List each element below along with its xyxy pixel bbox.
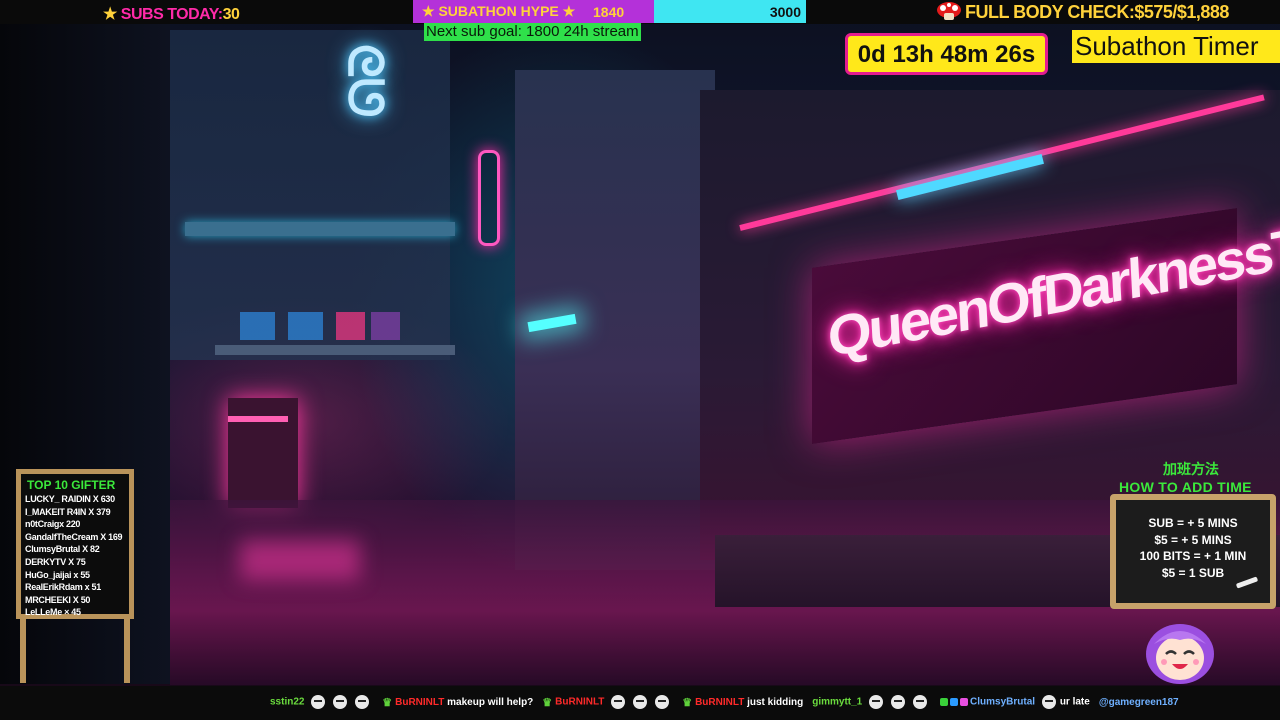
star-icon: ★ <box>422 3 435 19</box>
add-time-rules-board: SUB = + 5 MINS $5 = + 5 MINS 100 BITS = … <box>1110 494 1276 609</box>
star-icon: ★ <box>103 6 117 23</box>
easel-legs <box>20 617 130 683</box>
subathon-timer-title: Subathon Timer <box>1072 30 1280 63</box>
chat-username: sstin22 <box>270 696 308 708</box>
gifter-entry: DERKYTV X 75 <box>25 556 86 567</box>
chat-emote-icon <box>869 695 884 709</box>
pink-neon-ring <box>478 150 500 246</box>
gifter-entry: LUCKY_ RAIDIN X 630 <box>25 494 115 504</box>
chat-emote-icon <box>1041 695 1056 709</box>
lit-windows <box>240 312 400 340</box>
chat-emote-icon <box>633 695 648 709</box>
subathon-countdown: 0d 13h 48m 26s <box>845 33 1048 75</box>
chat-emote-icon <box>913 695 928 709</box>
chat-username: BuRNINLT <box>695 696 748 708</box>
rule-item: $5 = + 5 MINS <box>1154 532 1232 547</box>
chat-emote-icon <box>655 695 670 709</box>
chat-message: sstin22 <box>270 695 373 709</box>
chat-emote-icon <box>311 695 326 709</box>
chat-message: ClumsyBrutal ur late <box>940 695 1090 709</box>
chat-badge-icon <box>940 698 949 706</box>
full-body-check: FULL BODY CHECK:$575/$1,888 <box>936 2 1229 23</box>
alley-door <box>228 398 298 508</box>
chat-emote-icon <box>355 695 370 709</box>
easel-leg <box>20 617 26 683</box>
elevated-walkway <box>185 222 455 236</box>
background-building <box>170 30 450 360</box>
chat-text: makeup will help? <box>447 696 534 708</box>
mushroom-icon <box>937 2 961 20</box>
chat-emote-icon <box>611 695 626 709</box>
alley-background: ᘓᘎ QueenOfDarknessTV <box>0 0 1280 720</box>
gifter-entry: GandalfTheCream X 169 <box>25 531 123 542</box>
chat-text: ur late <box>1059 696 1090 708</box>
chat-username: ClumsyBrutal <box>970 696 1038 708</box>
chat-username: gimmytt_1 <box>812 696 866 708</box>
subs-today: ★ SUBS TODAY:30 <box>103 4 240 24</box>
hype-current-value: 1840 <box>593 4 625 20</box>
crown-badge-icon: ♛ <box>542 696 553 709</box>
next-sub-goal: Next sub goal: 1800 24h stream <box>424 23 641 41</box>
chat-emote-icon <box>333 695 348 709</box>
full-body-check-text: FULL BODY CHECK:$575/$1,888 <box>965 2 1229 22</box>
top-overlay-bar: ★ SUBS TODAY:30 ★ SUBATHON HYPE ★ 1840 3… <box>0 0 1280 24</box>
how-to-add-time-title: HOW TO ADD TIME <box>1119 479 1252 495</box>
rules-list: SUB = + 5 MINS $5 = + 5 MINS 100 BITS = … <box>1116 515 1270 581</box>
gifter-list: LUCKY_ RAIDIN X 630 I_MAKEIT R4IN X 379 … <box>25 493 123 619</box>
crown-badge-icon: ♛ <box>682 696 693 709</box>
chat-message: gimmytt_1 <box>812 695 931 709</box>
chat-badge-icon <box>950 698 959 706</box>
hype-label: ★ SUBATHON HYPE ★ <box>422 3 575 20</box>
chat-ticker-row: sstin22 ♛ BuRNINLT makeup will help? ♛ BuRN… <box>270 695 1188 709</box>
chat-message: ♛ BuRNINLT makeup will help? <box>382 696 533 709</box>
vertical-neon-sign: ᘓᘎ <box>338 44 391 118</box>
gifter-entry: HuGo_jaijai x 55 <box>25 569 90 580</box>
chat-text: @gamegreen187 <box>1098 696 1179 708</box>
chat-message: ♛ BuRNINLT just kidding <box>682 696 803 709</box>
chat-badge-icon <box>960 698 969 706</box>
gifter-board-title: TOP 10 GIFTER <box>27 478 116 492</box>
gifter-entry: n0tCraigx 220 <box>25 519 81 530</box>
star-icon: ★ <box>562 3 576 19</box>
gifter-entry: RealErikRdam x 51 <box>25 582 101 593</box>
how-to-add-time-zh: 加班方法 <box>1163 461 1219 477</box>
floor-reflection <box>240 540 360 580</box>
lower-walkway <box>215 345 455 355</box>
gifter-entry: MRCHEEKI X 50 <box>25 594 91 605</box>
top-gifter-board: TOP 10 GIFTER LUCKY_ RAIDIN X 630 I_MAKE… <box>16 469 134 619</box>
subs-today-value: 30 <box>222 6 240 23</box>
chat-text: just kidding <box>747 696 804 708</box>
gifter-entry: ClumsyBrutal X 82 <box>25 544 100 555</box>
chat-message: @gamegreen187 <box>1099 697 1179 708</box>
subathon-hype-bar: ★ SUBATHON HYPE ★ 1840 3000 <box>413 0 806 23</box>
subs-today-label: SUBS TODAY: <box>120 6 223 23</box>
chat-username: BuRNINLT <box>555 696 608 708</box>
chat-ticker: sstin22 ♛ BuRNINLT makeup will help? ♛ BuRN… <box>0 686 1280 720</box>
hype-label-text: SUBATHON HYPE <box>438 3 559 19</box>
rule-item: SUB = + 5 MINS <box>1148 516 1238 530</box>
chat-username: BuRNINLT <box>395 696 448 708</box>
vtuber-avatar <box>1146 624 1214 684</box>
chat-emote-icon <box>891 695 906 709</box>
rule-item: 100 BITS = + 1 MIN <box>1139 549 1247 563</box>
easel-leg <box>124 617 130 683</box>
crown-badge-icon: ♛ <box>382 696 393 709</box>
chat-message: ♛ BuRNINLT <box>542 695 673 709</box>
hype-goal-value: 3000 <box>769 4 801 20</box>
gifter-entry: I_MAKEIT R4IN X 379 <box>25 506 111 517</box>
